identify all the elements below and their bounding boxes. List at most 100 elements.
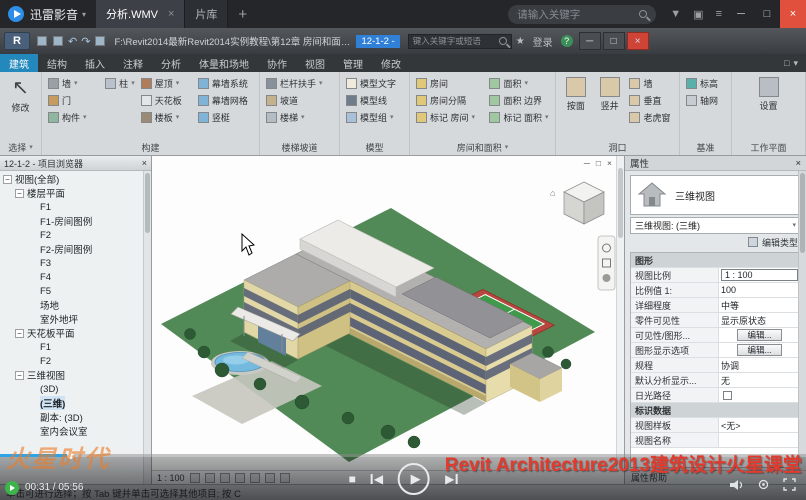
component-button[interactable]: 构件▾ — [45, 109, 102, 126]
ribbon-tab-manage[interactable]: 管理 — [334, 54, 372, 72]
model-line-button[interactable]: 模型线 — [343, 92, 399, 109]
tag-room-button[interactable]: 标记 房间▾ — [413, 109, 486, 126]
maximize-button[interactable]: □ — [754, 0, 780, 28]
browser-close-icon[interactable]: × — [142, 158, 147, 168]
tree-item[interactable]: F1 — [0, 340, 151, 354]
panel-label-room-area[interactable]: 房间和面积▾ — [410, 140, 555, 155]
properties-close-icon[interactable]: × — [795, 158, 801, 169]
tag-area-button[interactable]: 标记 面积▾ — [486, 109, 552, 126]
tree-item[interactable]: F2 — [0, 228, 151, 242]
properties-section-graphics[interactable]: 图形 — [631, 253, 800, 268]
tree-item[interactable]: F2-房间图例 — [0, 242, 151, 256]
settings-icon[interactable] — [757, 478, 770, 491]
opening-by-face-button[interactable]: 按面 — [559, 75, 593, 112]
room-button[interactable]: 房间 — [413, 75, 486, 92]
tree-item[interactable]: −天花板平面 — [0, 326, 151, 340]
shaft-button[interactable]: 竖井 — [593, 75, 627, 112]
edit-visibility-button[interactable]: 编辑... — [737, 329, 781, 341]
tree-item[interactable]: F1 — [0, 200, 151, 214]
area-boundary-button[interactable]: 面积 边界 — [486, 92, 552, 109]
tree-item[interactable]: 场地 — [0, 298, 151, 312]
previous-button[interactable]: ◀ — [371, 472, 383, 486]
modify-button[interactable]: ↖ 修改 — [3, 75, 38, 114]
ribbon-tab-insert[interactable]: 插入 — [76, 54, 114, 72]
column-button[interactable]: 柱▾ — [102, 75, 138, 92]
curtain-system-button[interactable]: 幕墙系统 — [195, 75, 256, 92]
view-scrollbar[interactable] — [616, 156, 624, 470]
tree-item[interactable]: 室外地坪 — [0, 312, 151, 326]
help-icon[interactable]: ? — [561, 35, 573, 47]
undo-icon[interactable]: ↶ — [68, 35, 77, 48]
instance-selector-dropdown[interactable]: 三维视图: (三维) ▾ — [630, 217, 801, 234]
new-tab-button[interactable]: + — [228, 6, 257, 23]
wall-button[interactable]: 墙▾ — [45, 75, 102, 92]
play-button[interactable]: ▶ — [398, 463, 430, 495]
tree-item[interactable]: F5 — [0, 284, 151, 298]
app-logo-icon[interactable] — [8, 6, 24, 22]
room-separator-button[interactable]: 房间分隔 — [413, 92, 486, 109]
minimize-button[interactable]: ─ — [728, 0, 754, 28]
mullion-button[interactable]: 竖梃 — [195, 109, 256, 126]
roof-button[interactable]: 屋顶▾ — [138, 75, 195, 92]
tree-item[interactable]: 室内会议室 — [0, 424, 151, 438]
skin-icon[interactable]: ▣ — [693, 8, 703, 21]
rename-selection[interactable]: 12-1-2 - — [356, 35, 399, 48]
properties-scrollbar[interactable] — [798, 171, 806, 470]
player-search-input[interactable]: 请输入关键字 — [508, 5, 656, 24]
wall-opening-button[interactable]: 墙 — [626, 75, 676, 92]
tree-collapse-icon[interactable]: − — [15, 189, 24, 198]
view-minimize-icon[interactable]: ─ — [584, 158, 590, 168]
tree-collapse-icon[interactable]: − — [3, 175, 12, 184]
dormer-button[interactable]: 老虎窗 — [626, 109, 676, 126]
ribbon-tab-modify[interactable]: 修改 — [372, 54, 410, 72]
tree-item[interactable]: F2 — [0, 354, 151, 368]
ribbon-tab-annotate[interactable]: 注释 — [114, 54, 152, 72]
browser-scrollbar[interactable] — [143, 171, 151, 484]
properties-section-identity[interactable]: 标识数据 — [631, 403, 800, 418]
panel-label-select[interactable]: 选择▾ — [0, 140, 41, 155]
ribbon-collapse-icon[interactable]: □▾ — [784, 54, 806, 72]
curtain-grid-button[interactable]: 幕墙网格 — [195, 92, 256, 109]
open-icon[interactable] — [37, 36, 47, 46]
infocenter-search-icon[interactable] — [499, 37, 507, 45]
volume-icon[interactable] — [729, 479, 744, 491]
sun-path-checkbox[interactable] — [723, 391, 732, 400]
tree-item[interactable]: −三维视图 — [0, 368, 151, 382]
3d-model-view[interactable]: ⌂ — [152, 156, 623, 470]
tree-item[interactable]: F1-房间图例 — [0, 214, 151, 228]
home-icon[interactable]: ⌂ — [550, 188, 555, 198]
tree-item[interactable]: F3 — [0, 256, 151, 270]
download-icon[interactable]: ▼ — [670, 8, 681, 20]
player-tab-library[interactable]: 片库 — [185, 0, 228, 28]
redo-icon[interactable]: ↷ — [81, 35, 90, 48]
view-close-icon[interactable]: × — [607, 158, 612, 168]
type-selector[interactable]: 三维视图 — [630, 175, 801, 215]
tree-item-selected[interactable]: (三维) — [0, 396, 151, 410]
model-text-button[interactable]: 模型文字 — [343, 75, 399, 92]
edit-display-options-button[interactable]: 编辑... — [737, 344, 781, 356]
properties-header[interactable]: 属性 × — [625, 156, 806, 171]
tab-close-icon[interactable]: × — [168, 8, 174, 20]
app-menu-chevron-icon[interactable]: ▾ — [82, 10, 86, 19]
tree-item[interactable]: −楼层平面 — [0, 186, 151, 200]
project-browser-header[interactable]: 12-1-2 - 项目浏览器 × — [0, 156, 151, 171]
door-button[interactable]: 门 — [45, 92, 102, 109]
drawing-area[interactable]: ─ □ × — [152, 156, 625, 484]
stair-button[interactable]: 楼梯▾ — [263, 109, 326, 126]
model-group-button[interactable]: 模型组▾ — [343, 109, 399, 126]
infocenter-search-input[interactable]: 键入关键字或短语 — [408, 34, 512, 49]
ramp-button[interactable]: 坡道 — [263, 92, 326, 109]
vertical-opening-button[interactable]: 垂直 — [626, 92, 676, 109]
ribbon-tab-architecture[interactable]: 建筑 — [0, 54, 38, 72]
fullscreen-icon[interactable] — [783, 478, 796, 491]
print-icon[interactable] — [95, 36, 105, 46]
accelerator-icon[interactable] — [5, 481, 19, 495]
revit-app-button[interactable]: R — [4, 32, 30, 50]
ribbon-tab-analyze[interactable]: 分析 — [152, 54, 190, 72]
railing-button[interactable]: 栏杆扶手▾ — [263, 75, 326, 92]
signin-label[interactable]: 登录 — [533, 34, 553, 49]
tree-collapse-icon[interactable]: − — [15, 371, 24, 380]
tree-item[interactable]: (3D) — [0, 382, 151, 396]
level-button[interactable]: 标高 — [683, 75, 721, 92]
navigation-bar[interactable] — [598, 236, 615, 290]
